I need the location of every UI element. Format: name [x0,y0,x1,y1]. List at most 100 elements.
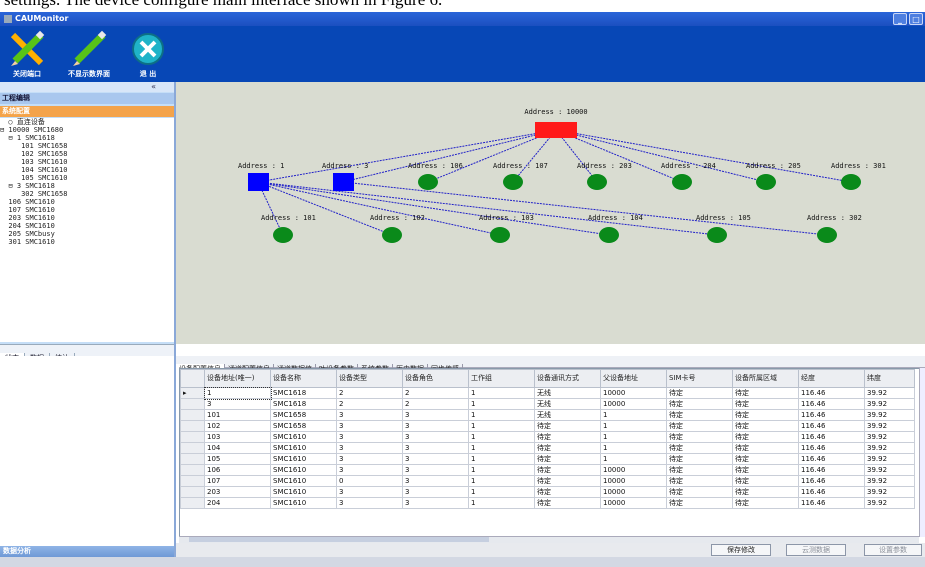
table-cell[interactable]: 10000 [600,398,667,410]
table-cell[interactable]: 待定 [534,453,601,465]
table-cell[interactable]: 3 [402,475,469,487]
table-cell[interactable]: 3 [402,420,469,432]
row-selector[interactable] [180,442,205,454]
table-cell[interactable]: 39.92 [864,398,915,410]
table-cell[interactable]: 待定 [534,497,601,509]
column-header[interactable]: 父设备地址 [600,369,667,388]
table-row[interactable]: 103 SMC1610 3 3 1 待定 1 待定 待定 116.46 39.92 [180,431,915,443]
table-cell[interactable]: 1 [468,398,535,410]
table-cell[interactable]: 待定 [732,431,799,443]
table-cell[interactable]: 204 [204,497,271,509]
table-cell[interactable]: 39.92 [864,475,915,487]
tree-node[interactable]: 106 SMC1610 [0,198,174,206]
row-selector[interactable] [180,453,205,465]
table-cell[interactable]: 待定 [666,398,733,410]
table-cell[interactable]: 2 [336,398,403,410]
horizontal-scrollbar[interactable] [179,536,919,543]
table-cell[interactable]: 10000 [600,497,667,509]
table-cell[interactable]: 1 [600,431,667,443]
table-cell[interactable]: 39.92 [864,464,915,476]
table-cell[interactable]: 116.46 [798,387,865,399]
table-cell[interactable]: 39.92 [864,420,915,432]
table-cell[interactable]: SMC1610 [270,442,337,454]
table-cell[interactable]: SMC1658 [270,409,337,421]
table-cell[interactable]: 待定 [732,442,799,454]
table-cell[interactable]: 待定 [732,475,799,487]
column-header[interactable]: 设备名称 [270,369,337,388]
collapse-button[interactable]: « [0,82,174,92]
table-cell[interactable]: 102 [204,420,271,432]
table-cell[interactable]: 待定 [534,464,601,476]
exit-button[interactable]: 退 出 [128,26,168,82]
table-cell[interactable]: 0 [336,475,403,487]
column-header[interactable]: 设备所属区域 [732,369,799,388]
table-cell[interactable]: SMC1658 [270,420,337,432]
table-cell[interactable]: 39.92 [864,453,915,465]
table-cell[interactable]: 3 [402,464,469,476]
table-row[interactable]: 204 SMC1610 3 3 1 待定 10000 待定 待定 116.46 39.92 [180,497,915,509]
table-cell[interactable]: 1 [468,387,535,399]
cloud-data-button[interactable]: 云测数据 [786,544,846,556]
section-project-edit[interactable]: 工程编辑 [0,93,174,104]
tree-node[interactable]: 301 SMC1610 [0,238,174,246]
table-cell[interactable]: 待定 [534,486,601,498]
set-params-button[interactable]: 设置参数 [864,544,922,556]
table-cell[interactable]: SMC1610 [270,431,337,443]
row-selector[interactable] [180,464,205,476]
scroll-thumb[interactable] [189,537,489,542]
table-cell[interactable]: 3 [336,486,403,498]
table-row[interactable]: 102 SMC1658 3 3 1 待定 1 待定 待定 116.46 39.92 [180,420,915,432]
table-cell[interactable]: 116.46 [798,497,865,509]
table-cell[interactable]: SMC1610 [270,475,337,487]
table-cell[interactable]: 3 [402,453,469,465]
tree-node[interactable]: 104 SMC1610 [0,166,174,174]
table-cell[interactable]: 10000 [600,475,667,487]
row-selector[interactable] [180,497,205,509]
tree-node[interactable]: ○ 直连设备 [0,118,174,126]
table-cell[interactable]: 3 [336,497,403,509]
table-cell[interactable]: 待定 [666,431,733,443]
table-cell[interactable]: 1 [203,386,272,400]
maximize-button[interactable]: □ [909,13,923,25]
tree-node[interactable]: 105 SMC1610 [0,174,174,182]
table-cell[interactable]: 116.46 [798,464,865,476]
table-cell[interactable]: 105 [204,453,271,465]
table-row[interactable]: 101 SMC1658 3 3 1 无线 1 待定 待定 116.46 39.92 [180,409,915,421]
tree-node[interactable]: 101 SMC1658 [0,142,174,150]
table-cell[interactable]: 待定 [732,497,799,509]
tree-node[interactable]: 102 SMC1658 [0,150,174,158]
table-cell[interactable]: 39.92 [864,387,915,399]
table-cell[interactable]: 39.92 [864,431,915,443]
table-cell[interactable]: 203 [204,486,271,498]
table-cell[interactable]: 3 [336,431,403,443]
table-cell[interactable]: 3 [336,464,403,476]
table-cell[interactable]: 101 [204,409,271,421]
table-cell[interactable]: 3 [402,409,469,421]
column-header[interactable]: 工作组 [468,369,535,388]
tree-node[interactable]: 203 SMC1610 [0,214,174,222]
tree-node[interactable]: 302 SMC1658 [0,190,174,198]
table-cell[interactable]: 116.46 [798,409,865,421]
table-row[interactable]: 106 SMC1610 3 3 1 待定 10000 待定 待定 116.46 39.92 [180,464,915,476]
column-header[interactable]: 纬度 [864,369,915,388]
table-cell[interactable]: 10000 [600,387,667,399]
table-cell[interactable]: 106 [204,464,271,476]
row-selector-current[interactable]: ▸ [180,387,205,399]
table-cell[interactable]: SMC1610 [270,497,337,509]
table-cell[interactable]: 39.92 [864,409,915,421]
save-changes-button[interactable]: 保存修改 [711,544,771,556]
table-cell[interactable]: 1 [468,409,535,421]
column-header[interactable]: SIM卡号 [666,369,733,388]
table-cell[interactable]: 3 [336,453,403,465]
table-cell[interactable]: 1 [468,475,535,487]
section-data-analysis[interactable]: 数据分析 [0,546,174,557]
table-cell[interactable]: SMC1618 [270,398,337,410]
tree-node[interactable]: ⊟ 10000 SMC1680 [0,126,174,134]
table-cell[interactable]: 待定 [732,453,799,465]
table-cell[interactable]: 107 [204,475,271,487]
table-cell[interactable]: 3 [336,420,403,432]
table-cell[interactable]: 1 [600,409,667,421]
table-cell[interactable]: 116.46 [798,398,865,410]
table-cell[interactable]: 1 [468,453,535,465]
table-cell[interactable]: 待定 [534,420,601,432]
